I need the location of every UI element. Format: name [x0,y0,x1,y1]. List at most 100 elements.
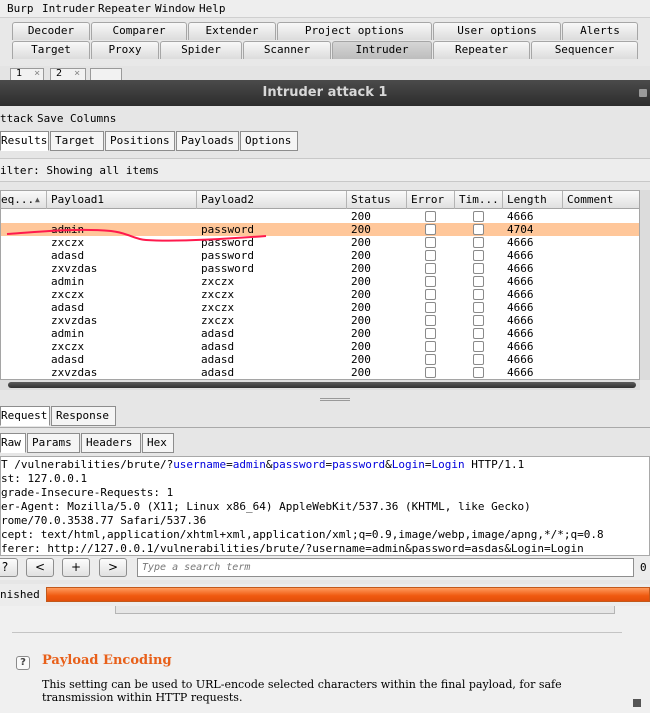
timeout-checkbox[interactable] [473,328,484,339]
error-checkbox[interactable] [425,237,436,248]
help-button[interactable]: ? [0,558,18,577]
pane-splitter[interactable] [0,396,650,404]
table-row[interactable]: zxczx password 200 4666 [1,236,639,249]
tab-comparer[interactable]: Comparer [91,22,187,40]
tab-spider[interactable]: Spider [160,41,242,59]
table-row[interactable]: adasd zxczx 200 4666 [1,301,639,314]
timeout-checkbox[interactable] [473,224,484,235]
table-row[interactable]: admin password 200 4704 [1,223,639,236]
error-checkbox[interactable] [425,250,436,261]
col-status[interactable]: Status [347,191,407,209]
col-error[interactable]: Error [407,191,455,209]
table-horizontal-scrollbar[interactable] [0,380,640,390]
table-row[interactable]: adasd adasd 200 4666 [1,353,639,366]
help-icon[interactable]: ? [16,656,30,670]
table-row[interactable]: zxvzdas adasd 200 4666 [1,366,639,379]
error-checkbox[interactable] [425,224,436,235]
menu-columns[interactable]: Columns [70,112,116,125]
table-row[interactable]: zxvzdas password 200 4666 [1,262,639,275]
error-checkbox[interactable] [425,341,436,352]
tab-extender[interactable]: Extender [188,22,276,40]
tab-repeater[interactable]: Repeater [433,41,530,59]
menu-help[interactable]: Help [199,2,226,15]
tab-raw[interactable]: Raw [0,433,26,453]
previous-match-button[interactable]: < [26,558,54,577]
timeout-checkbox[interactable] [473,315,484,326]
tab-project-options[interactable]: Project options [277,22,432,40]
table-vertical-scrollbar[interactable] [640,190,650,380]
tab-positions[interactable]: Positions [105,131,175,151]
timeout-checkbox[interactable] [473,237,484,248]
tab-hex[interactable]: Hex [142,433,174,453]
tab-params[interactable]: Params [27,433,80,453]
timeout-checkbox[interactable] [473,367,484,378]
table-row[interactable]: zxczx adasd 200 4666 [1,340,639,353]
table-row[interactable]: admin adasd 200 4666 [1,327,639,340]
col-payload1[interactable]: Payload1 [47,191,197,209]
tab-proxy[interactable]: Proxy [91,41,159,59]
tab-request[interactable]: Request [0,406,50,426]
tab-attack-target[interactable]: Target [50,131,104,151]
tab-scanner[interactable]: Scanner [243,41,331,59]
search-input[interactable]: Type a search term [137,558,634,577]
tab-sequencer[interactable]: Sequencer [531,41,638,59]
close-icon[interactable]: × [34,68,40,79]
menu-repeater[interactable]: Repeater [98,2,151,15]
next-match-button[interactable]: > [99,558,127,577]
timeout-checkbox[interactable] [473,263,484,274]
splitter-grip[interactable] [320,398,350,401]
col-timeout[interactable]: Tim... [455,191,503,209]
error-checkbox[interactable] [425,211,436,222]
timeout-checkbox[interactable] [473,302,484,313]
col-request[interactable]: eq... ▲ [1,191,47,209]
tab-options[interactable]: Options [240,131,298,151]
col-payload2[interactable]: Payload2 [197,191,347,209]
tab-target[interactable]: Target [12,41,90,59]
window-titlebar[interactable]: Intruder attack 1 [0,80,650,106]
table-row[interactable]: zxczx zxczx 200 4666 [1,288,639,301]
tab-payloads[interactable]: Payloads [176,131,239,151]
table-row[interactable]: 200 4666 [1,210,639,223]
error-checkbox[interactable] [425,263,436,274]
col-comment[interactable]: Comment [563,191,639,209]
table-row[interactable]: admin zxczx 200 4666 [1,275,639,288]
minimize-icon[interactable] [639,89,647,97]
subtab-2[interactable]: 2 × [50,68,86,80]
timeout-checkbox[interactable] [473,211,484,222]
error-checkbox[interactable] [425,302,436,313]
tab-response[interactable]: Response [51,406,116,426]
tab-results[interactable]: Results [0,131,49,151]
timeout-checkbox[interactable] [473,341,484,352]
scrollbar-thumb[interactable] [8,382,636,388]
tab-user-options[interactable]: User options [433,22,561,40]
tab-headers[interactable]: Headers [81,433,141,453]
error-checkbox[interactable] [425,289,436,300]
subtab-new[interactable] [90,68,122,80]
timeout-checkbox[interactable] [473,289,484,300]
tab-alerts[interactable]: Alerts [562,22,638,40]
close-icon[interactable]: × [74,68,80,79]
add-search-button[interactable]: + [62,558,90,577]
timeout-checkbox[interactable] [473,276,484,287]
menu-intruder[interactable]: Intruder [42,2,95,15]
col-length[interactable]: Length [503,191,563,209]
timeout-checkbox[interactable] [473,250,484,261]
table-row[interactable]: adasd password 200 4666 [1,249,639,262]
error-checkbox[interactable] [425,367,436,378]
timeout-checkbox[interactable] [473,354,484,365]
error-checkbox[interactable] [425,276,436,287]
menu-attack[interactable]: ttack [0,112,33,125]
table-row[interactable]: zxvzdas zxczx 200 4666 [1,314,639,327]
error-checkbox[interactable] [425,354,436,365]
subtab-1[interactable]: 1 × [10,68,44,80]
error-checkbox[interactable] [425,315,436,326]
resize-handle[interactable] [633,699,641,707]
filter-bar[interactable]: ilter: Showing all items [0,158,650,182]
request-editor[interactable]: T /vulnerabilities/brute/?username=admin… [0,456,650,556]
menu-burp[interactable]: Burp [7,2,34,15]
menu-window[interactable]: Window [155,2,195,15]
tab-decoder[interactable]: Decoder [12,22,90,40]
menu-save[interactable]: Save [37,112,64,125]
error-checkbox[interactable] [425,328,436,339]
tab-intruder[interactable]: Intruder [332,41,432,59]
